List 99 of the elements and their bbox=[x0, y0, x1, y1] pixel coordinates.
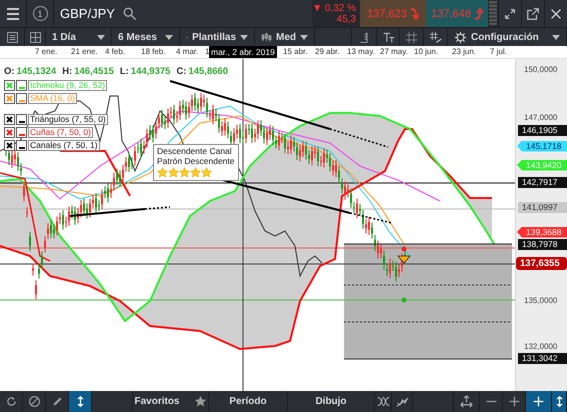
date-label: 7 jul. bbox=[490, 46, 507, 56]
price-tag: 142,7917 bbox=[518, 176, 567, 188]
plus-icon bbox=[508, 394, 520, 408]
date-label: 10 jun. bbox=[414, 46, 438, 56]
star-icon bbox=[194, 394, 206, 408]
axis-icon bbox=[358, 30, 370, 44]
remove-study-button[interactable] bbox=[4, 80, 15, 91]
price-tag: 138,7978 bbox=[518, 238, 567, 250]
gear-icon bbox=[454, 30, 467, 44]
study-name[interactable]: Canales (7, 50, 1) bbox=[28, 140, 100, 151]
minimize-study-button[interactable] bbox=[16, 92, 27, 104]
filled-star-icon bbox=[190, 166, 201, 178]
date-label: 7 ene. bbox=[35, 46, 58, 56]
hash-wand-icon bbox=[429, 30, 442, 44]
study-name[interactable]: Triángulos (7, 55, 0) bbox=[28, 114, 108, 125]
price-change-percent: ▼ 0,32 % bbox=[312, 2, 356, 14]
depth-gauge-icon bbox=[489, 1, 497, 26]
cross-icon bbox=[6, 82, 13, 89]
up-down-arrows-button[interactable] bbox=[69, 390, 92, 412]
remove-study-button[interactable] bbox=[4, 140, 15, 151]
price-tag: 137,6355 bbox=[516, 256, 567, 270]
move-icon bbox=[460, 394, 473, 408]
ohlc-label: C: bbox=[176, 66, 186, 77]
cross-icon bbox=[6, 142, 13, 149]
triangle-marker-icon bbox=[397, 255, 411, 264]
remove-study-button[interactable] bbox=[4, 126, 15, 138]
minimize-study-button[interactable] bbox=[16, 140, 27, 151]
symbol-name: GBP/JPY bbox=[60, 6, 115, 22]
date-label: 29 abr. bbox=[315, 46, 340, 56]
remove-study-button[interactable] bbox=[4, 114, 15, 125]
price-tick-label: 132,0000 bbox=[524, 342, 558, 351]
filled-star-icon bbox=[201, 166, 212, 178]
price-tick-label: 147,0000 bbox=[524, 112, 558, 122]
grid-icon bbox=[28, 30, 42, 44]
cross-icon bbox=[6, 116, 13, 123]
date-label: 21 ene. bbox=[71, 46, 98, 56]
remove-study-button[interactable] bbox=[4, 92, 15, 104]
date-label: 15 abr. bbox=[283, 46, 308, 56]
ohlc-label: O: bbox=[4, 66, 15, 77]
plus-icon bbox=[532, 394, 545, 408]
filled-star-icon bbox=[179, 166, 190, 178]
price-tag: 145,1718 bbox=[517, 140, 567, 152]
minimize-study-button[interactable] bbox=[16, 80, 27, 91]
filled-star-icon bbox=[168, 166, 179, 178]
ohlc-label: H: bbox=[62, 66, 72, 77]
cross-icon bbox=[6, 94, 13, 102]
menu-icon bbox=[5, 6, 21, 22]
layout-number-badge[interactable]: 1 bbox=[32, 6, 48, 22]
tooltip-text: Descendente Canal bbox=[157, 146, 233, 156]
date-label: 1 bbox=[205, 46, 210, 56]
price-tag: 146,1905 bbox=[518, 124, 567, 136]
expand-icon bbox=[503, 6, 517, 21]
text-size-icon bbox=[382, 30, 394, 44]
ohlc-value: 146,4515 bbox=[74, 66, 114, 77]
price-tag: 139,3688 bbox=[517, 226, 567, 238]
date-label: 4 mar. bbox=[176, 46, 198, 56]
crosshair-date-label: mar., 2 abr. 2019 bbox=[209, 46, 277, 58]
filled-star-icon bbox=[157, 166, 168, 178]
wave-button[interactable] bbox=[375, 390, 392, 412]
menu-tab[interactable]: Favoritos bbox=[133, 390, 209, 412]
ohlc-value: 145,1324 bbox=[16, 66, 56, 77]
pencil-icon bbox=[50, 394, 64, 408]
price-tag: 131,3042 bbox=[518, 352, 567, 364]
menu-tab[interactable]: Período bbox=[209, 390, 288, 412]
tooltip-text: Patrón Descendente bbox=[157, 156, 234, 166]
price-tick-label: 135,0000 bbox=[524, 296, 558, 305]
ohlc-value: 144,9375 bbox=[130, 66, 170, 77]
date-label: 4 feb. bbox=[105, 46, 126, 56]
minimize-study-button[interactable] bbox=[16, 114, 27, 125]
search-button[interactable] bbox=[122, 6, 137, 21]
close-icon bbox=[549, 6, 563, 21]
ohlc-label: L: bbox=[120, 66, 129, 77]
menu-tab[interactable]: Dibujo bbox=[288, 390, 375, 412]
study-name[interactable]: Cuñas (7, 50, 0) bbox=[28, 126, 93, 138]
date-label: 18 feb. bbox=[141, 46, 166, 56]
target-dot bbox=[402, 246, 406, 252]
down-arrow-icon bbox=[410, 8, 419, 20]
popout-icon bbox=[526, 6, 540, 21]
search-icon bbox=[122, 6, 137, 21]
date-label: 27 may. bbox=[380, 46, 408, 56]
up-arrow-icon bbox=[474, 8, 483, 20]
ohlc-value: 145,8660 bbox=[188, 66, 228, 77]
no-entry-icon bbox=[28, 394, 40, 408]
date-label: 13 may. bbox=[347, 46, 375, 56]
price-tag: 141,0997 bbox=[518, 202, 567, 213]
cross-icon bbox=[6, 128, 13, 136]
up-down-arrows-button[interactable] bbox=[552, 390, 567, 412]
date-label: 23 jun. bbox=[452, 46, 476, 56]
wave-icon bbox=[376, 394, 390, 408]
price-change-points: 45,3 bbox=[336, 14, 356, 25]
candles-icon bbox=[261, 30, 272, 44]
list-icon bbox=[6, 30, 18, 44]
minimize-study-button[interactable] bbox=[16, 126, 27, 138]
price-tag: 143,9420 bbox=[517, 160, 567, 171]
price-tick-label: 150,0000 bbox=[524, 64, 558, 74]
refresh-icon bbox=[4, 394, 18, 408]
target-dot bbox=[402, 297, 406, 302]
plus-button[interactable] bbox=[526, 390, 552, 412]
hash-icon bbox=[405, 30, 418, 44]
